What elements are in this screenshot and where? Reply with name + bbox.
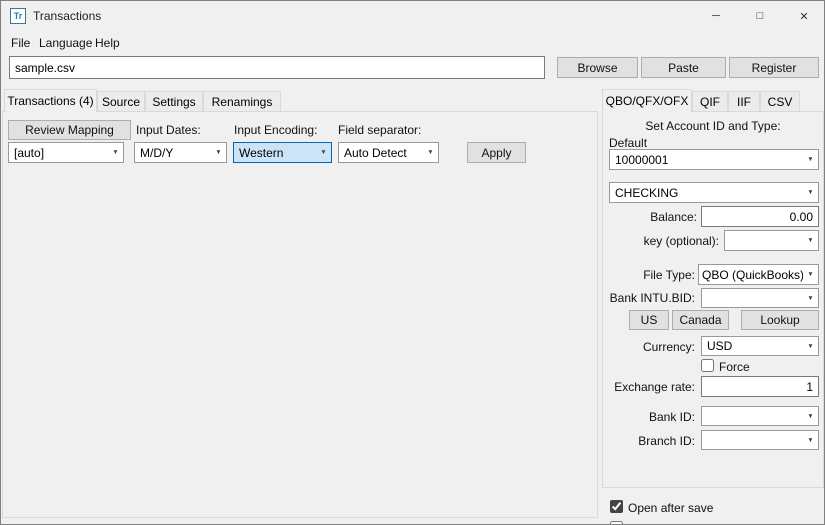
key-label: key (optional): [643,234,719,248]
currency-label: Currency: [642,340,695,354]
balance-label: Balance: [650,210,697,224]
branch-id-combo[interactable]: ▼ [701,430,819,450]
file-type-combo[interactable]: QBO (QuickBooks) ▼ [698,264,819,285]
input-dates-label: Input Dates: [136,123,201,137]
app-icon: Tr [10,8,26,24]
paste-button[interactable]: Paste [641,57,726,78]
currency-combo[interactable]: USD ▼ [701,336,819,356]
bank-intu-bid-label: Bank INTU.BID: [609,291,695,305]
branch-id-label: Branch ID: [638,434,695,448]
open-after-save-checkbox[interactable] [610,500,623,513]
tab-qbo-qfx-ofx[interactable]: QBO/QFX/OFX [602,89,692,112]
register-button[interactable]: Register [729,57,819,78]
lookup-button[interactable]: Lookup [741,310,819,330]
bank-intu-bid-combo[interactable]: ▼ [701,288,819,308]
exchange-rate-label: Exchange rate: [614,380,695,394]
chevron-down-icon: ▼ [807,271,814,278]
maximize-button[interactable]: □ [738,1,782,31]
window-title: Transactions [33,9,102,23]
tab-qif[interactable]: QIF [692,91,728,112]
tab-iif[interactable]: IIF [728,91,760,112]
tab-csv[interactable]: CSV [760,91,800,112]
encoding-combo[interactable]: Western ▼ [233,142,332,163]
tab-source[interactable]: Source [97,91,145,112]
account-type-combo[interactable]: CHECKING ▼ [609,182,819,203]
file-type-label: File Type: [643,268,695,282]
chevron-down-icon: ▼ [427,149,434,156]
menu-help[interactable]: Help [90,34,125,52]
chevron-down-icon: ▼ [807,237,814,244]
chevron-down-icon: ▼ [112,149,119,156]
exchange-rate-input[interactable] [701,376,819,397]
menu-language[interactable]: Language [34,34,97,52]
chevron-down-icon: ▼ [807,189,814,196]
minimize-button[interactable]: ─ [694,1,738,31]
chevron-down-icon: ▼ [316,143,331,162]
menu-file[interactable]: File [6,34,35,52]
key-combo[interactable]: ▼ [724,230,819,251]
field-separator-label: Field separator: [338,123,422,137]
force-checkbox[interactable] [701,359,714,372]
balance-input[interactable] [701,206,819,227]
browse-button[interactable]: Browse [557,57,638,78]
partial-checkbox[interactable] [610,521,623,524]
date-format-combo[interactable]: M/D/Y ▼ [134,142,227,163]
apply-button[interactable]: Apply [467,142,526,163]
tab-settings[interactable]: Settings [145,91,203,112]
chevron-down-icon: ▼ [215,149,222,156]
menubar: File Language Help [1,31,824,52]
open-after-save-label: Open after save [628,501,714,515]
close-button[interactable]: ✕ [782,1,824,31]
bank-id-combo[interactable]: ▼ [701,406,819,426]
chevron-down-icon: ▼ [807,412,814,420]
mapping-combo[interactable]: [auto] ▼ [8,142,124,163]
canada-button[interactable]: Canada [672,310,729,330]
bank-id-label: Bank ID: [648,410,695,424]
titlebar[interactable]: Tr Transactions ─ □ ✕ [1,1,824,31]
chevron-down-icon: ▼ [807,294,814,302]
tab-transactions[interactable]: Transactions (4) [4,89,97,112]
separator-combo[interactable]: Auto Detect ▼ [338,142,439,163]
chevron-down-icon: ▼ [807,156,814,163]
account-id-combo[interactable]: 10000001 ▼ [609,149,819,170]
review-mapping-button[interactable]: Review Mapping [8,120,131,140]
transactions-page [2,111,598,518]
app-window: Tr Transactions ─ □ ✕ File Language Help… [0,0,825,525]
tab-renamings[interactable]: Renamings [203,91,281,112]
account-section-title: Set Account ID and Type: [645,119,781,133]
us-button[interactable]: US [629,310,669,330]
input-encoding-label: Input Encoding: [234,123,318,137]
force-label: Force [719,360,750,374]
filename-input[interactable] [9,56,545,79]
chevron-down-icon: ▼ [807,436,814,444]
chevron-down-icon: ▼ [807,342,814,350]
default-label: Default [609,136,648,150]
